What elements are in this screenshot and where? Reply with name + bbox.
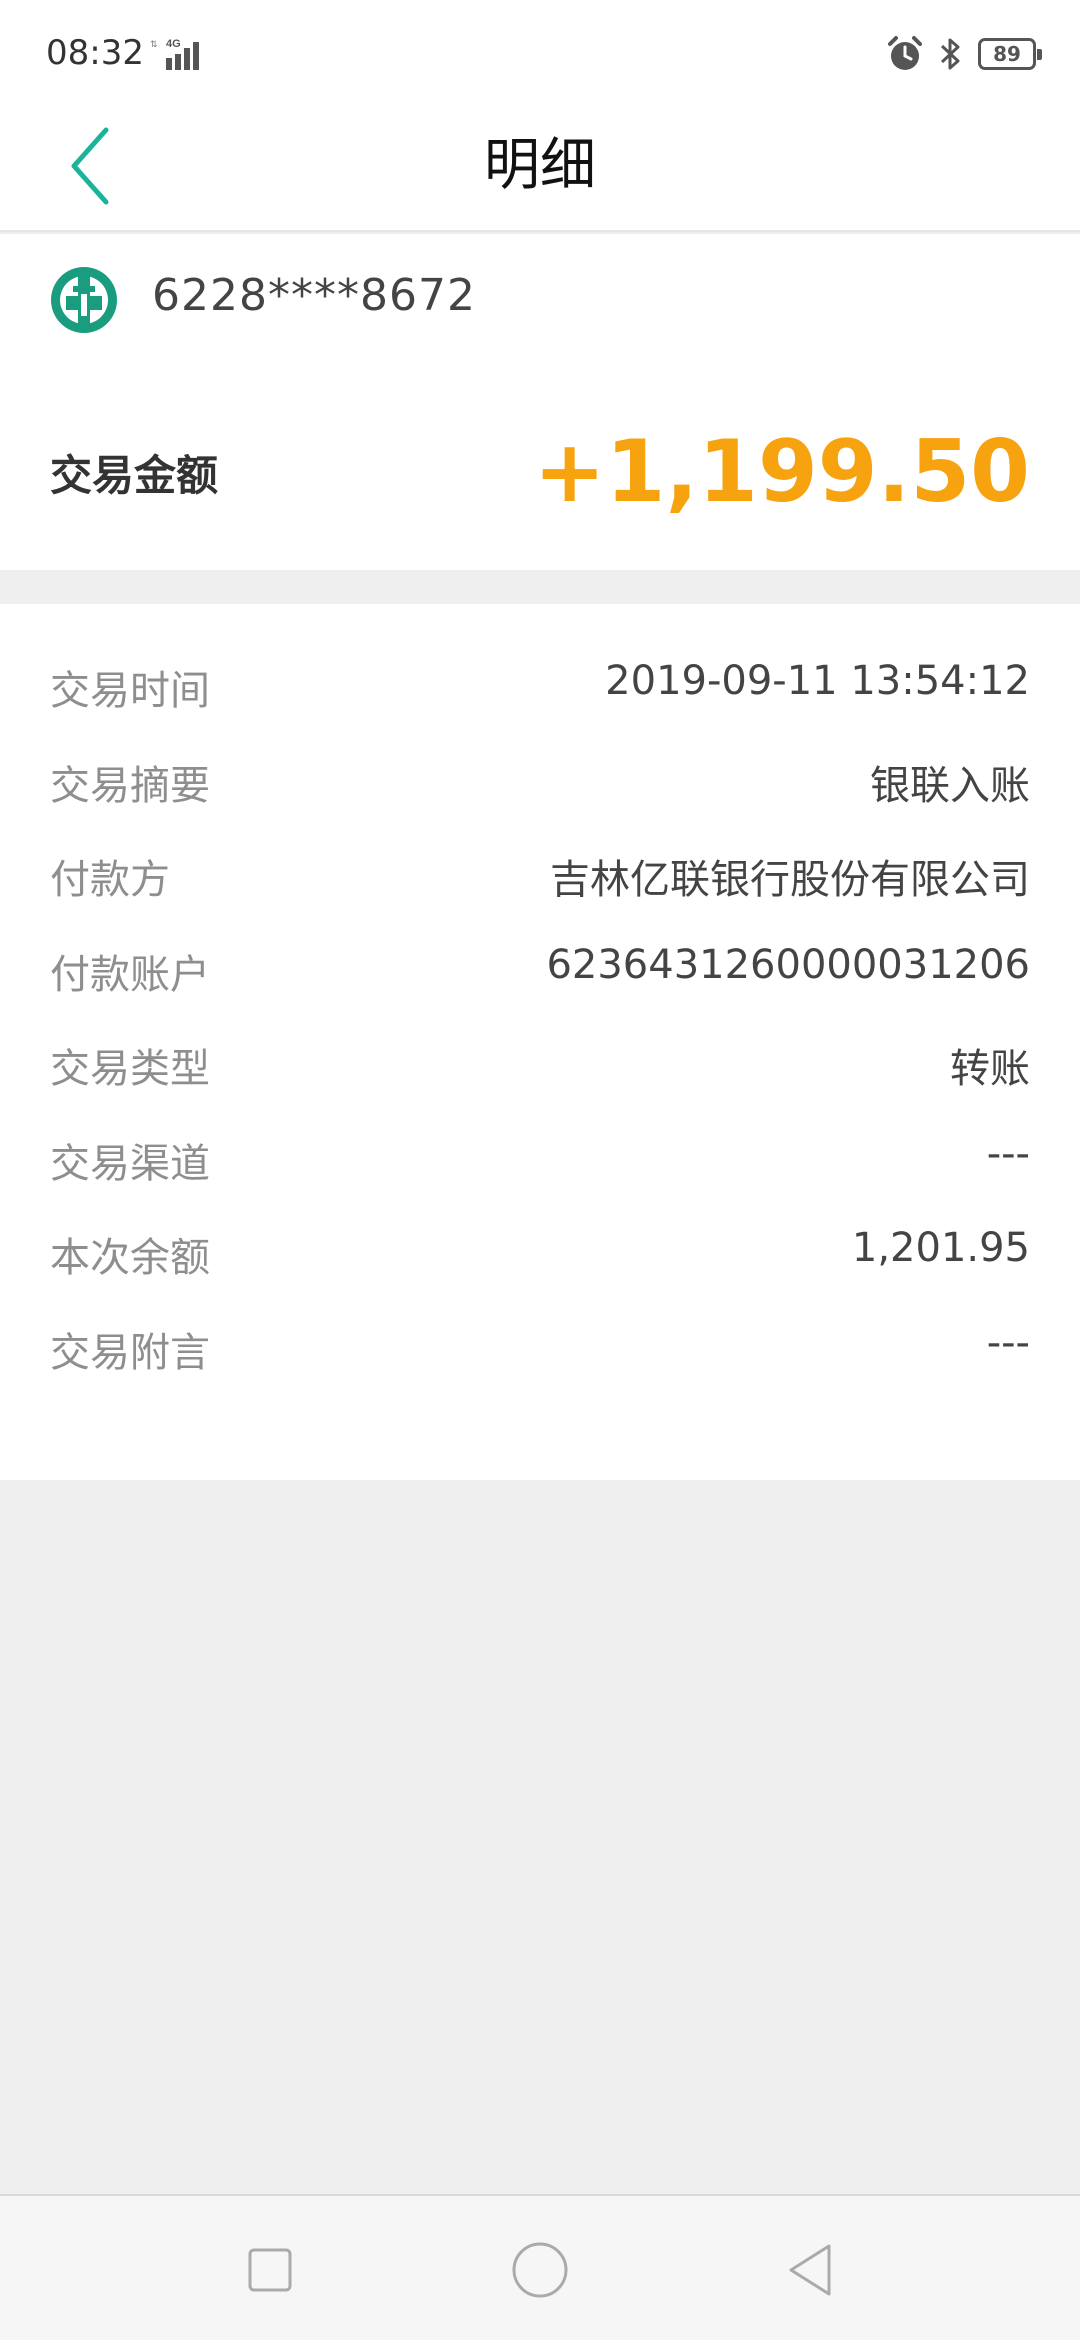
card-number: 6228****8672 [152,270,476,321]
home-circle-icon [512,2242,568,2298]
home-button[interactable] [510,2240,570,2300]
battery-level: 89 [993,42,1021,66]
bluetooth-icon [940,38,960,70]
abc-bank-logo-icon [51,267,117,333]
detail-row-payer: 付款方 吉林亿联银行股份有限公司 [0,827,1080,922]
cellular-signal-icon: 4G ⇅ [150,38,199,70]
detail-label: 交易附言 [50,1329,210,1376]
back-triangle-icon [789,2244,831,2296]
detail-label: 付款账户 [50,951,210,998]
recents-button[interactable] [240,2240,300,2300]
page-title: 明细 [484,133,596,198]
detail-label: 交易渠道 [50,1140,210,1187]
account-summary-card: 6228****8672 交易金额 +1,199.50 [0,234,1080,570]
battery-icon: 89 [978,38,1042,70]
detail-row-payer-account: 付款账户 6236431260000031206 [0,922,1080,1017]
detail-value: 2019-09-11 13:54:12 [605,658,1030,704]
transaction-details: 交易时间 2019-09-11 13:54:12 交易摘要 银联入账 付款方 吉… [0,604,1080,1480]
detail-row-balance: 本次余额 1,201.95 [0,1205,1080,1300]
status-bar: 08:32 4G ⇅ 89 [0,0,1080,100]
detail-value: 6236431260000031206 [546,941,1030,988]
detail-value: 转账 [950,1046,1030,1092]
detail-label: 交易类型 [50,1046,210,1092]
status-time: 08:32 [46,33,144,73]
amount-value: +1,199.50 [533,422,1030,522]
detail-value: --- [986,1319,1030,1366]
detail-row-channel: 交易渠道 --- [0,1111,1080,1206]
detail-row-note: 交易附言 --- [0,1300,1080,1395]
detail-row-summary: 交易摘要 银联入账 [0,733,1080,828]
nav-back-button[interactable] [780,2240,840,2300]
detail-row-time: 交易时间 2019-09-11 13:54:12 [0,638,1080,733]
svg-text:⇅: ⇅ [150,39,158,49]
detail-value: 银联入账 [870,762,1030,809]
detail-value: --- [986,1130,1030,1177]
system-nav-bar [0,2194,1080,2340]
network-type-label: 4G [166,38,181,50]
amount-label: 交易金额 [50,451,219,500]
status-icons: 89 [886,34,1042,74]
header: 明细 [0,100,1080,232]
detail-value: 吉林亿联银行股份有限公司 [550,857,1030,903]
detail-label: 付款方 [50,857,170,903]
detail-label: 交易时间 [50,668,210,714]
detail-row-type: 交易类型 转账 [0,1016,1080,1111]
detail-label: 交易摘要 [50,762,210,809]
alarm-icon [888,36,922,70]
detail-label: 本次余额 [50,1235,210,1281]
recents-square-icon [248,2248,292,2292]
detail-value: 1,201.95 [851,1225,1030,1271]
